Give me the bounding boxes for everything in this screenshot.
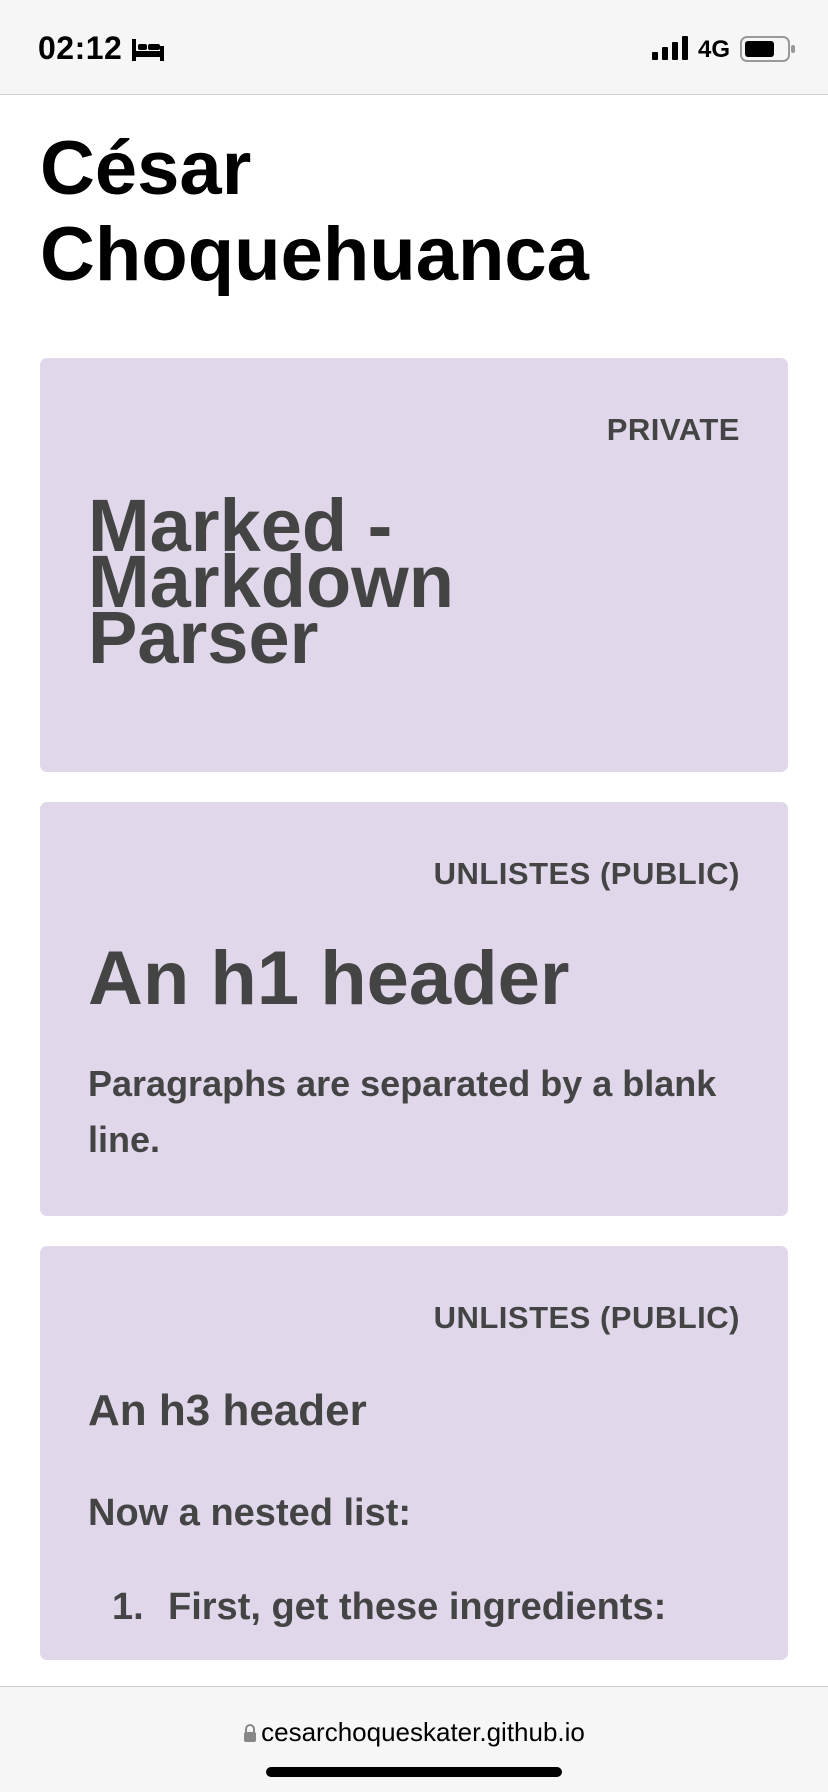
card-heading: Marked - Markdown Parser [88,484,454,679]
card-paragraph: Now a nested list: [88,1492,412,1534]
battery-icon [740,36,795,62]
card-heading: An h1 header [88,936,570,1021]
status-time: 02:12 [38,30,123,66]
network-label: 4G [698,36,731,63]
browser-url-bar[interactable]: cesarchoqueskater.github.io [0,1686,828,1792]
home-indicator[interactable] [266,1767,562,1777]
visibility-label: PRIVATE [606,412,740,447]
url-text: cesarchoqueskater.github.io [261,1717,585,1747]
bed-icon [132,39,164,61]
visibility-label: UNLISTES (PUBLIC) [433,1300,740,1335]
gist-card[interactable]: PRIVATE Marked - Markdown Parser [40,358,788,772]
gist-card[interactable]: UNLISTES (PUBLIC) An h1 header Paragraph… [40,802,788,1216]
list-item-text: First, get these ingredients: [168,1586,667,1628]
card-paragraph: Paragraphs are separated by a blank line… [88,1063,717,1160]
visibility-label: UNLISTES (PUBLIC) [433,856,740,891]
lock-icon [244,1724,257,1742]
list-number: 1. [112,1586,144,1628]
gist-card[interactable]: UNLISTES (PUBLIC) An h3 header Now a nes… [40,1246,788,1660]
signal-icon [652,36,688,60]
status-bar: 02:12 4G [0,0,828,95]
list-item: 1. First, get these ingredients: [112,1580,666,1634]
url-display[interactable]: cesarchoqueskater.github.io [0,1717,828,1748]
card-heading: An h3 header [88,1386,367,1435]
page-title: César Choquehuanca [40,126,589,297]
